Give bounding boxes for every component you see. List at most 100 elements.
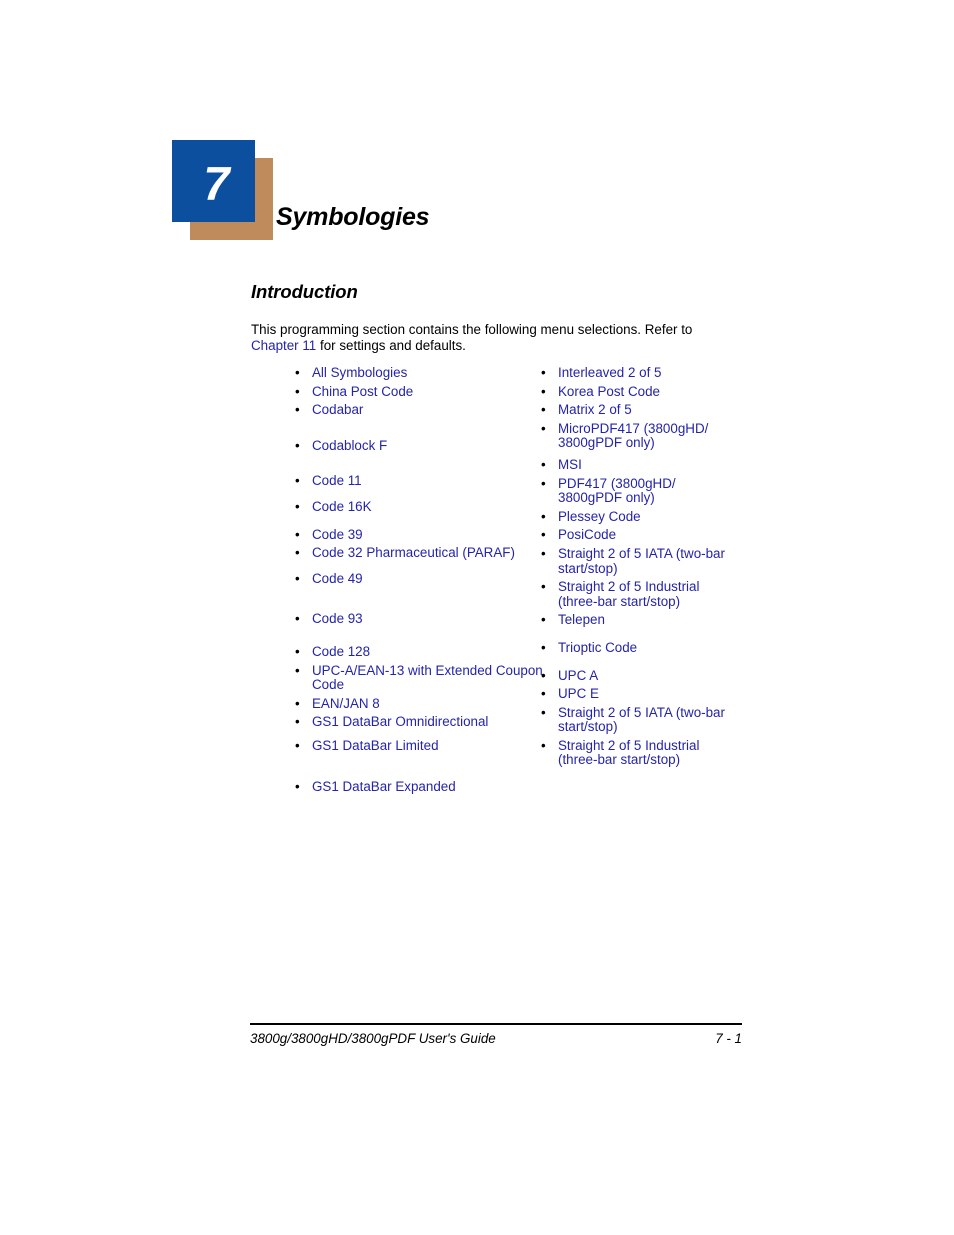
list-item[interactable]: • EAN/JAN 8	[294, 695, 544, 712]
bullet-icon: •	[295, 570, 300, 586]
list-item[interactable]: • Codabar	[294, 403, 544, 418]
bullet-icon: •	[541, 402, 546, 418]
bullet-icon: •	[295, 365, 300, 380]
symbology-right-link[interactable]: MicroPDF417 (3800gHD/ 3800gPDF only)	[558, 421, 740, 451]
list-item[interactable]: • GS1 DataBar Omnidirectional	[294, 715, 544, 730]
chapter-badge-blue-square: 7	[172, 140, 255, 222]
chapter-number: 7	[203, 156, 230, 210]
bullet-icon: •	[295, 778, 300, 794]
symbology-right-link[interactable]: Interleaved 2 of 5	[558, 365, 740, 381]
symbology-list-right-column: • Interleaved 2 of 5 • Korea Post Code • Matr…	[540, 365, 740, 768]
symbology-right-link[interactable]: PosiCode	[558, 528, 740, 543]
symbology-left-link[interactable]: Code 16K	[312, 499, 544, 515]
list-item[interactable]: • Plessey Code	[540, 508, 740, 525]
list-item[interactable]: • Straight 2 of 5 Industrial (three-bar s…	[540, 737, 740, 768]
document-page: 7 Symbologies Introduction This programm…	[0, 0, 954, 1235]
symbology-right-link[interactable]: PDF417 (3800gHD/ 3800gPDF only)	[558, 476, 740, 506]
footer-page-number: 7 - 1	[715, 1031, 742, 1046]
intro-text-before: This programming section contains the fo…	[251, 322, 693, 337]
list-item[interactable]: • Codablock F	[294, 437, 544, 454]
bullet-icon: •	[295, 437, 300, 453]
bullet-icon: •	[295, 643, 300, 659]
list-item[interactable]: • Matrix 2 of 5	[540, 403, 740, 418]
bullet-icon: •	[541, 365, 546, 380]
symbology-right-link[interactable]: UPC A	[558, 668, 740, 684]
symbology-right-link[interactable]: Straight 2 of 5 Industrial (three-bar st…	[558, 738, 740, 768]
section-heading: Introduction	[251, 281, 358, 302]
list-item[interactable]: • MSI	[540, 456, 740, 473]
symbology-right-link[interactable]: Plessey Code	[558, 509, 740, 525]
bullet-icon: •	[541, 639, 546, 655]
intro-paragraph: This programming section contains the fo…	[251, 322, 731, 355]
symbology-left-link[interactable]: All Symbologies	[312, 365, 544, 381]
bullet-icon: •	[295, 695, 300, 711]
list-item[interactable]: • Code 49	[294, 570, 544, 587]
symbology-right-link[interactable]: Telepen	[558, 613, 740, 628]
bullet-icon: •	[295, 545, 300, 561]
symbology-left-link[interactable]: Codablock F	[312, 438, 544, 454]
list-item[interactable]: • Code 128	[294, 643, 544, 660]
symbology-left-link[interactable]: GS1 DataBar Expanded	[312, 779, 544, 795]
list-item[interactable]: • Interleaved 2 of 5	[540, 365, 740, 381]
symbology-left-link[interactable]: Code 93	[312, 612, 544, 627]
footer-guide-title: 3800g/3800gHD/3800gPDF User's Guide	[250, 1031, 496, 1046]
bullet-icon: •	[295, 526, 300, 542]
list-item[interactable]: • Korea Post Code	[540, 383, 740, 400]
bullet-icon: •	[541, 420, 546, 436]
list-item[interactable]: • Code 39	[294, 526, 544, 543]
list-item[interactable]: • Straight 2 of 5 Industrial (three-bar s…	[540, 579, 740, 609]
bullet-icon: •	[295, 402, 300, 418]
symbology-left-link[interactable]: China Post Code	[312, 384, 544, 400]
list-item[interactable]: • Code 93	[294, 612, 544, 627]
list-item[interactable]: • GS1 DataBar Limited	[294, 738, 544, 754]
bullet-icon: •	[541, 383, 546, 399]
list-item[interactable]: • Code 32 Pharmaceutical (PARAF)	[294, 546, 544, 561]
list-item[interactable]: • GS1 DataBar Expanded	[294, 778, 544, 795]
bullet-icon: •	[541, 545, 546, 561]
chapter-badge: 7	[172, 140, 290, 240]
symbology-right-link[interactable]: UPC E	[558, 686, 740, 702]
bullet-icon: •	[541, 475, 546, 491]
symbology-right-link[interactable]: Korea Post Code	[558, 384, 740, 400]
bullet-icon: •	[541, 737, 546, 753]
list-item[interactable]: • PDF417 (3800gHD/ 3800gPDF only)	[540, 475, 740, 506]
list-item[interactable]: • Code 11	[294, 474, 544, 489]
symbology-list-left-column: • All Symbologies • China Post Code • Codabar…	[294, 365, 544, 795]
list-item[interactable]: • UPC-A/EAN-13 with Extended Coupon Code	[294, 663, 544, 693]
symbology-right-link[interactable]: Matrix 2 of 5	[558, 403, 740, 418]
symbology-left-link[interactable]: Code 11	[312, 474, 544, 489]
symbology-left-link[interactable]: GS1 DataBar Omnidirectional	[312, 715, 544, 730]
symbology-right-link[interactable]: Straight 2 of 5 IATA (two-bar start/stop…	[558, 705, 740, 735]
list-item[interactable]: • Code 16K	[294, 499, 544, 515]
symbology-right-link[interactable]: Trioptic Code	[558, 640, 740, 656]
symbology-right-link[interactable]: Straight 2 of 5 Industrial (three-bar st…	[558, 579, 740, 609]
bullet-icon: •	[541, 579, 546, 595]
symbology-left-link[interactable]: Code 49	[312, 571, 544, 587]
list-item[interactable]: • Straight 2 of 5 IATA (two-bar start/sto…	[540, 545, 740, 576]
list-item[interactable]: • UPC A	[540, 668, 740, 684]
symbology-right-link[interactable]: MSI	[558, 457, 740, 473]
bullet-icon: •	[295, 611, 300, 627]
intro-text-after: for settings and defaults.	[316, 338, 466, 354]
list-item[interactable]: • Straight 2 of 5 IATA (two-bar start/sto…	[540, 705, 740, 735]
chapter-11-link[interactable]: Chapter 11	[251, 338, 316, 353]
list-item[interactable]: • China Post Code	[294, 384, 544, 400]
symbology-right-link[interactable]: Straight 2 of 5 IATA (two-bar start/stop…	[558, 546, 740, 576]
list-item[interactable]: • Telepen	[540, 613, 740, 628]
symbology-left-link[interactable]: Codabar	[312, 403, 544, 418]
symbology-left-link[interactable]: GS1 DataBar Limited	[312, 738, 544, 754]
symbology-left-link[interactable]: EAN/JAN 8	[312, 696, 544, 712]
list-item[interactable]: • PosiCode	[540, 528, 740, 543]
list-item[interactable]: • All Symbologies	[294, 365, 544, 381]
footer-divider	[250, 1023, 742, 1025]
list-item[interactable]: • UPC E	[540, 686, 740, 702]
list-item[interactable]: • Trioptic Code	[540, 639, 740, 656]
bullet-icon: •	[541, 456, 546, 472]
bullet-icon: •	[541, 527, 546, 543]
symbology-left-link[interactable]: Code 128	[312, 644, 544, 660]
symbology-left-link[interactable]: UPC-A/EAN-13 with Extended Coupon Code	[312, 663, 544, 693]
list-item[interactable]: • MicroPDF417 (3800gHD/ 3800gPDF only)	[540, 420, 740, 451]
symbology-left-link[interactable]: Code 39	[312, 527, 544, 543]
bullet-icon: •	[541, 508, 546, 524]
symbology-left-link[interactable]: Code 32 Pharmaceutical (PARAF)	[312, 546, 544, 561]
